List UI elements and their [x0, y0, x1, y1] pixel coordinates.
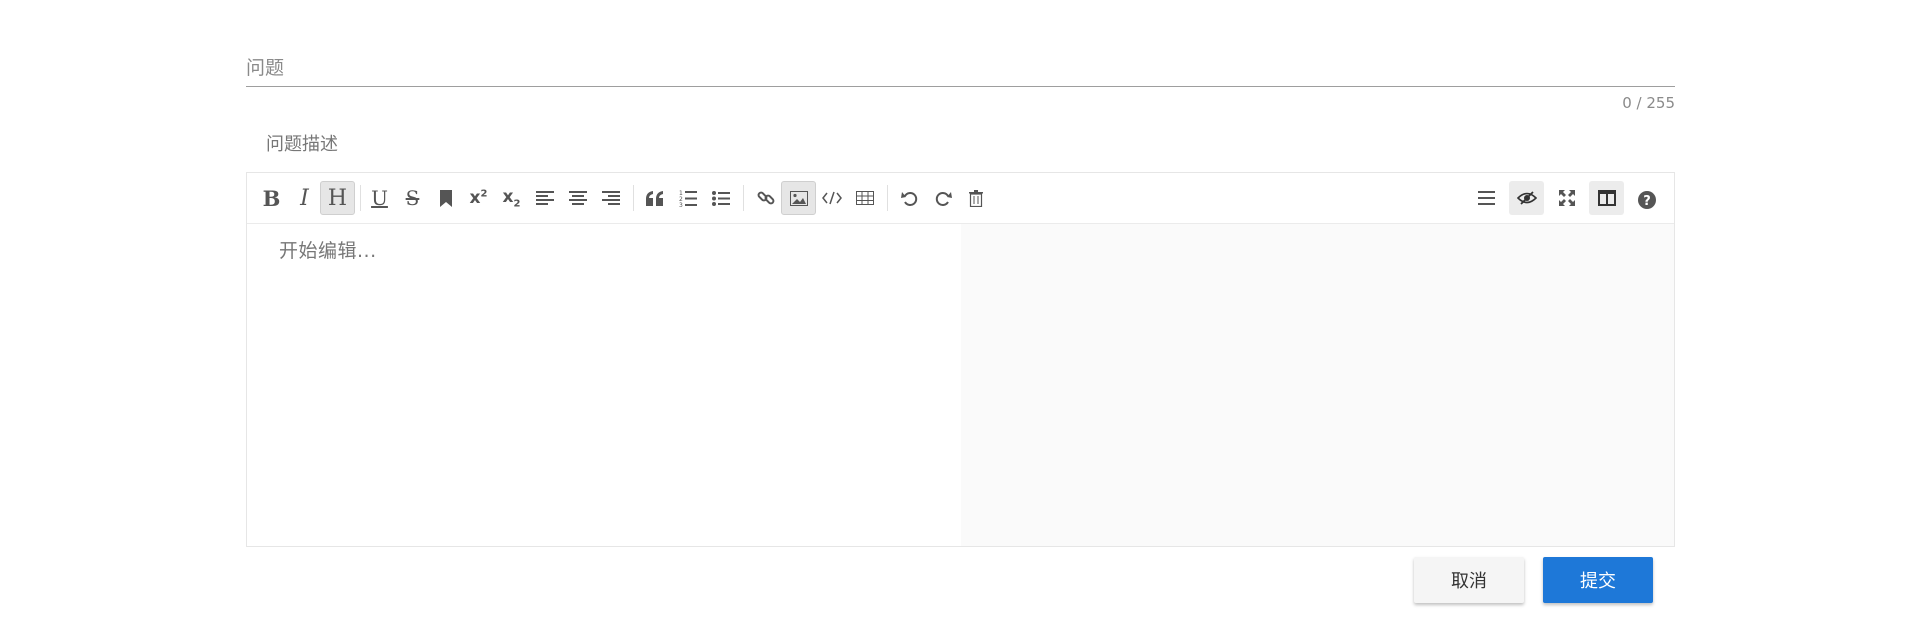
- preview-toggle-icon[interactable]: [1509, 181, 1544, 215]
- redo-icon[interactable]: [925, 181, 960, 215]
- italic-icon[interactable]: I: [287, 181, 322, 215]
- align-left-icon[interactable]: [527, 181, 562, 215]
- editor-input-pane[interactable]: 开始编辑...: [247, 224, 961, 546]
- cancel-button[interactable]: 取消: [1414, 557, 1524, 603]
- trash-icon[interactable]: [958, 181, 993, 215]
- unordered-list-icon[interactable]: [703, 181, 738, 215]
- mark-icon[interactable]: [428, 181, 463, 215]
- align-center-icon[interactable]: [560, 181, 595, 215]
- ordered-list-icon[interactable]: 123: [670, 181, 705, 215]
- char-counter: 0 / 255: [1622, 94, 1675, 112]
- editor-preview-pane: [961, 224, 1674, 546]
- quote-icon[interactable]: [637, 181, 672, 215]
- markdown-editor: B I H U S x2 x2 12 3 ? 开始编辑...: [246, 172, 1675, 547]
- subfield-icon[interactable]: [1589, 181, 1624, 215]
- code-icon[interactable]: [814, 181, 849, 215]
- question-title-field: [246, 52, 1675, 87]
- subscript-icon[interactable]: x2: [494, 181, 529, 215]
- fullscreen-icon[interactable]: [1549, 181, 1584, 215]
- image-icon[interactable]: [781, 181, 816, 215]
- submit-button[interactable]: 提交: [1543, 557, 1653, 603]
- link-icon[interactable]: [748, 181, 783, 215]
- help-icon[interactable]: ?: [1629, 183, 1664, 217]
- question-form: 0 / 255 问题描述 B I H U S x2 x2: [246, 0, 1675, 634]
- undo-icon[interactable]: [892, 181, 927, 215]
- navigation-icon[interactable]: [1469, 181, 1504, 215]
- description-label: 问题描述: [266, 134, 338, 155]
- header-icon[interactable]: H: [320, 181, 355, 215]
- question-title-input[interactable]: [246, 52, 1675, 84]
- align-right-icon[interactable]: [593, 181, 628, 215]
- svg-text:?: ?: [1643, 194, 1651, 209]
- table-icon[interactable]: [847, 181, 882, 215]
- editor-toolbar: B I H U S x2 x2 12 3 ?: [247, 173, 1674, 224]
- strikethrough-icon[interactable]: S: [395, 181, 430, 215]
- bold-icon[interactable]: B: [254, 181, 289, 215]
- editor-placeholder: 开始编辑...: [279, 240, 377, 262]
- underline-icon[interactable]: U: [362, 181, 397, 215]
- superscript-icon[interactable]: x2: [461, 181, 496, 215]
- svg-text:3: 3: [679, 202, 683, 207]
